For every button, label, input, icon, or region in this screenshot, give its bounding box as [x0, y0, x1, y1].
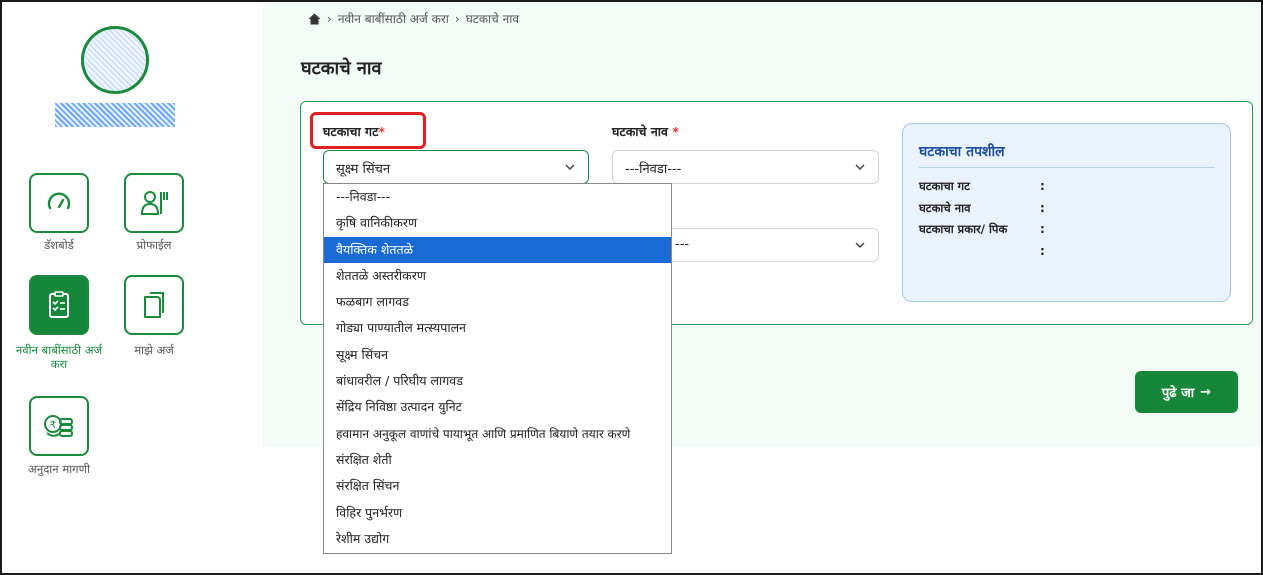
org-logo	[81, 26, 149, 94]
sidebar-item-label: डॅशबोर्ड	[44, 238, 74, 252]
dropdown-option[interactable]: हवामान अनुकूल वाणांचे पायाभूत आणि प्रमाण…	[324, 421, 671, 447]
page-title: घटकाचे नाव	[301, 58, 382, 79]
annotation-highlight-box	[310, 112, 426, 149]
sidebar-item-label: नवीन बाबींसाठी अर्ज करा	[15, 343, 103, 371]
sidebar-item-label: प्रोफाईल	[136, 238, 172, 252]
component-name-select[interactable]: ---निवडा---	[612, 150, 879, 184]
dropdown-option[interactable]: कृषि वानिकीकरण	[324, 210, 671, 236]
breadcrumb-item-new-application[interactable]: नवीन बाबींसाठी अर्ज करा	[338, 10, 449, 27]
details-row-colon: :	[1040, 179, 1045, 193]
sidebar-item-subsidy-demand[interactable]: ₹	[29, 396, 89, 456]
org-name-logo	[55, 103, 175, 127]
dropdown-option[interactable]: ---निवडा---	[324, 184, 671, 210]
dropdown-option[interactable]: संरक्षित शेती	[324, 447, 671, 473]
checklist-icon	[49, 291, 69, 318]
documents-icon	[144, 292, 164, 318]
sidebar-item-new-application[interactable]	[29, 275, 89, 335]
next-button-label: पुढे जा	[1161, 386, 1195, 401]
next-button[interactable]: पुढे जा →	[1135, 371, 1238, 413]
selected-value: ---निवडा---	[625, 162, 682, 177]
dashboard-gauge-icon	[47, 192, 71, 210]
coins-icon: ₹	[44, 415, 73, 437]
sidebar-item-dashboard[interactable]	[29, 173, 89, 233]
chevron-down-icon	[855, 242, 865, 249]
dropdown-option-highlighted[interactable]: वैयक्तिक शेततळे	[324, 236, 671, 263]
chevron-right-icon: ›	[454, 11, 460, 26]
dropdown-option[interactable]: फळबाग लागवड	[324, 289, 671, 315]
svg-text:₹: ₹	[50, 420, 56, 431]
component-details-panel: घटकाचा तपशील घटकाचा गट : घटकाचे नाव : घट…	[902, 123, 1231, 302]
home-icon[interactable]	[308, 13, 321, 25]
dropdown-option[interactable]: गोड्या पाण्यातील मत्स्यपालन	[324, 315, 671, 341]
details-title: घटकाचा तपशील	[919, 144, 1005, 160]
profile-icon	[140, 191, 168, 215]
required-mark: *	[672, 124, 679, 139]
chevron-right-icon: ›	[327, 11, 332, 26]
sidebar-item-my-applications[interactable]	[124, 275, 184, 335]
details-row-colon: :	[1040, 201, 1045, 215]
component-group-dropdown-list[interactable]: ---निवडा--- कृषि वानिकीकरण वैयक्तिक शेतत…	[323, 183, 672, 554]
sidebar-item-label: माझे अर्ज	[134, 343, 174, 357]
component-group-select[interactable]: सूक्ष्म सिंचन	[323, 150, 589, 184]
details-row-colon: :	[1040, 244, 1045, 258]
selected-value: ---	[675, 237, 690, 252]
details-row-label: घटकाचा गट	[919, 179, 970, 193]
details-row-label: घटकाचे नाव	[919, 201, 971, 215]
dropdown-option[interactable]: शेततळे अस्तरीकरण	[324, 263, 671, 289]
dropdown-option[interactable]: सूक्ष्म सिंचन	[324, 342, 671, 368]
details-row-label: घटकाचा प्रकार/ पिक	[919, 222, 1008, 236]
chevron-down-icon	[565, 164, 575, 171]
dropdown-option[interactable]: विहिर पुनर्भरण	[324, 500, 671, 526]
dropdown-option[interactable]: रेशीम उद्योग	[324, 526, 671, 552]
details-row-colon: :	[1040, 222, 1045, 236]
dropdown-option[interactable]: सेंद्रिय निविष्ठा उत्पादन युनिट	[324, 394, 671, 420]
breadcrumb: › नवीन बाबींसाठी अर्ज करा › घटकाचे नाव	[308, 10, 519, 27]
dropdown-option[interactable]: संरक्षित सिंचन	[324, 473, 671, 499]
sidebar: डॅशबोर्ड प्रोफाईल नवीन बाबींसाठी अर्ज कर…	[2, 2, 262, 573]
component-name-label: घटकाचे नाव *	[612, 124, 679, 139]
dropdown-option[interactable]: बांधावरील / परिघीय लागवड	[324, 368, 671, 394]
arrow-right-icon: →	[1200, 384, 1212, 400]
chevron-down-icon	[855, 164, 865, 171]
divider	[919, 167, 1215, 168]
sidebar-item-label: अनुदान मागणी	[28, 462, 90, 476]
breadcrumb-item-component-name: घटकाचे नाव	[465, 12, 520, 26]
sidebar-item-profile[interactable]	[124, 173, 184, 233]
selected-value: सूक्ष्म सिंचन	[336, 162, 391, 177]
